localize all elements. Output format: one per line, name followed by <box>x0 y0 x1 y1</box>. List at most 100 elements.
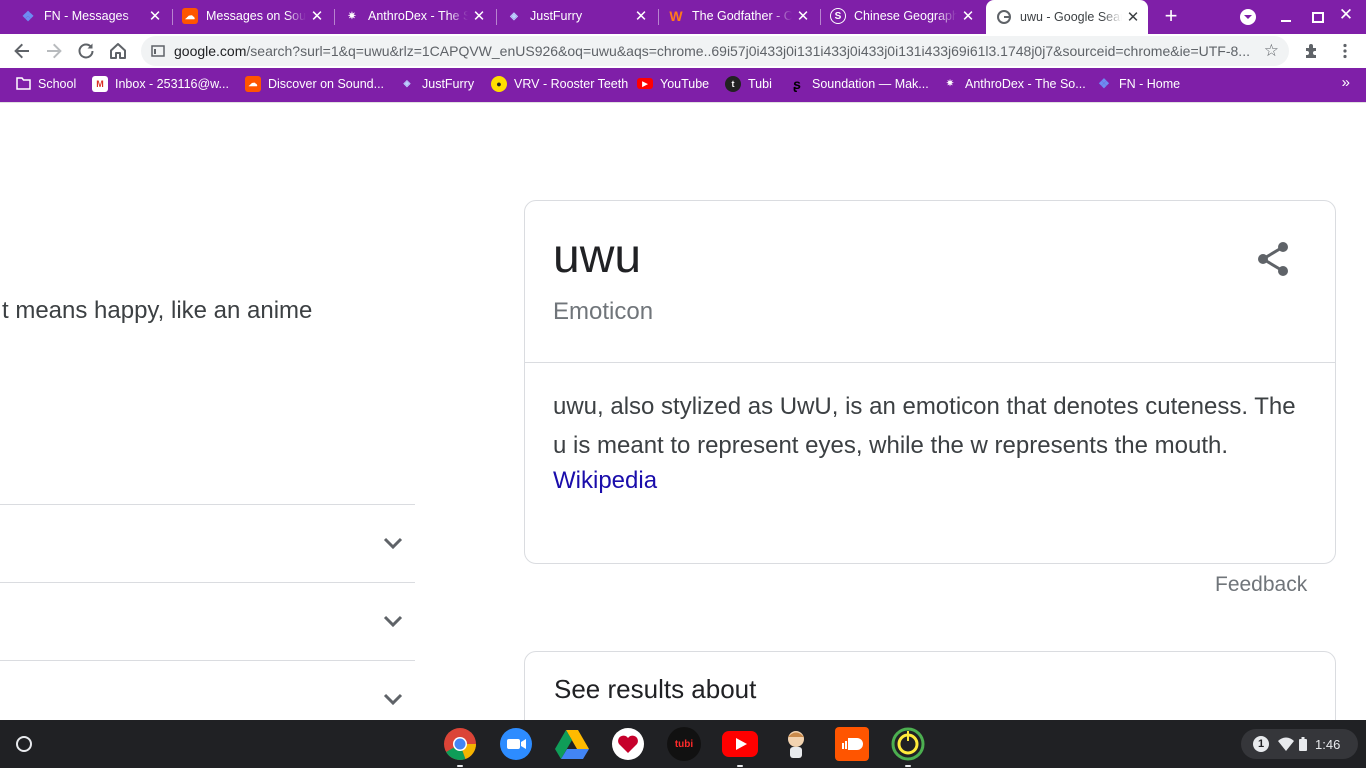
running-indicator <box>905 765 911 767</box>
home-icon[interactable] <box>103 36 133 66</box>
bookmark-youtube[interactable]: ▶ YouTube <box>637 68 709 99</box>
timer-app-icon[interactable] <box>890 726 926 767</box>
zoom-icon[interactable] <box>498 726 534 762</box>
bookmark-label: Soundation — Mak... <box>812 76 929 91</box>
close-icon[interactable]: ✕ <box>792 7 814 25</box>
question-accordion-2[interactable] <box>0 582 415 660</box>
tab-title: Chinese Geography <box>854 9 957 23</box>
tab-title: JustFurry <box>530 9 583 23</box>
paw-icon: ❖ <box>21 7 35 24</box>
tab-title: Messages on SoundCloud <box>206 9 306 23</box>
question-accordion-1[interactable] <box>0 504 415 582</box>
tab-uwu-google-search[interactable]: uwu - Google Search ✕ <box>986 0 1148 34</box>
back-icon[interactable] <box>7 36 37 66</box>
wikipedia-link[interactable]: Wikipedia <box>553 467 657 495</box>
s-icon: S <box>830 8 846 24</box>
feedback-link[interactable]: Feedback <box>1215 573 1307 597</box>
running-indicator <box>737 765 743 767</box>
status-tray[interactable]: 1 1:46 <box>1241 729 1358 759</box>
clock: 1:46 <box>1315 736 1341 752</box>
notification-count-badge[interactable]: 1 <box>1253 736 1269 752</box>
extensions-icon[interactable] <box>1297 36 1327 66</box>
bookmark-inbox[interactable]: M Inbox - 253116@w... <box>92 68 229 99</box>
bookmark-soundation[interactable]: ʂ Soundation — Mak... <box>789 68 929 99</box>
google-icon <box>996 9 1012 25</box>
tab-title: FN - Messages <box>44 9 129 23</box>
system-shelf: tubi 1 1:46 <box>0 720 1366 768</box>
close-icon[interactable]: ✕ <box>630 7 652 25</box>
tab-justfurry[interactable]: ◈ JustFurry ✕ <box>496 0 656 32</box>
more-bookmarks-icon[interactable]: » <box>1342 74 1350 91</box>
wattpad-icon: W <box>669 8 683 24</box>
close-icon[interactable]: ✕ <box>957 7 979 25</box>
launcher-icon[interactable] <box>12 732 36 756</box>
chevron-down-icon[interactable] <box>379 529 407 557</box>
soundcloud-icon: ☁ <box>182 8 198 24</box>
iheartradio-icon[interactable] <box>610 726 646 762</box>
bookmark-anthrodex[interactable]: ✷ AnthroDex - The So... <box>942 68 1085 99</box>
url-text[interactable]: google.com/search?surl=1&q=uwu&rlz=1CAPQ… <box>174 43 1254 59</box>
tab-soundcloud-messages[interactable]: ☁ Messages on SoundCloud ✕ <box>172 0 332 32</box>
toolbar: google.com/search?surl=1&q=uwu&rlz=1CAPQ… <box>0 34 1366 68</box>
anthrodex-icon: ✷ <box>946 78 954 88</box>
close-icon[interactable]: ✕ <box>144 7 166 25</box>
tubi-icon: t <box>725 75 741 92</box>
running-indicator <box>457 765 463 767</box>
panel-title: uwu <box>553 230 642 283</box>
bookmark-label: Tubi <box>748 76 772 91</box>
justfurry-icon: ◈ <box>510 10 518 22</box>
bookmark-tubi[interactable]: t Tubi <box>725 68 772 99</box>
folder-icon <box>15 76 31 92</box>
reload-icon[interactable] <box>71 36 101 66</box>
chrome-icon[interactable] <box>442 726 478 767</box>
chevron-down-icon[interactable] <box>379 607 407 635</box>
minimize-icon[interactable] <box>1276 7 1296 27</box>
bookmarks-bar: School M Inbox - 253116@w... ☁ Discover … <box>0 68 1366 102</box>
youtube-icon: ▶ <box>637 78 653 89</box>
tab-title: AnthroDex - The Sona <box>368 9 468 23</box>
soundcloud-icon[interactable] <box>834 726 870 762</box>
panel-description: uwu, also stylized as UwU, is an emotico… <box>553 393 1296 459</box>
tubi-icon[interactable]: tubi <box>666 726 702 762</box>
new-tab-icon[interactable]: + <box>1158 4 1184 30</box>
see-results-title: See results about <box>554 674 757 704</box>
close-window-icon[interactable]: ✕ <box>1336 5 1356 25</box>
google-drive-icon[interactable] <box>554 726 590 762</box>
knowledge-panel: uwu Emoticon uwu, also stylized as UwU, … <box>524 200 1336 564</box>
anthrodex-icon: ✷ <box>347 10 357 22</box>
bookmark-label: VRV - Rooster Teeth <box>514 76 629 91</box>
page-info-icon[interactable] <box>151 44 165 58</box>
close-icon[interactable]: ✕ <box>468 7 490 25</box>
character-app-icon[interactable] <box>778 726 814 762</box>
close-icon[interactable]: ✕ <box>306 7 328 25</box>
address-bar[interactable]: google.com/search?surl=1&q=uwu&rlz=1CAPQ… <box>141 36 1289 66</box>
bookmark-fn-home[interactable]: ❖ FN - Home <box>1096 68 1180 99</box>
bookmark-justfurry[interactable]: ◈ JustFurry <box>399 68 475 99</box>
tab-anthrodex[interactable]: ✷ AnthroDex - The Sona ✕ <box>334 0 494 32</box>
soundcloud-icon: ☁ <box>245 75 261 92</box>
chevron-down-icon[interactable] <box>379 685 407 713</box>
tab-fn-messages[interactable]: ❖ FN - Messages ✕ <box>10 0 170 32</box>
bookmark-school[interactable]: School <box>15 68 76 99</box>
bookmark-vrv[interactable]: ● VRV - Rooster Teeth <box>491 68 628 99</box>
bookmark-discover-soundcloud[interactable]: ☁ Discover on Sound... <box>245 68 384 99</box>
close-icon[interactable]: ✕ <box>1122 8 1144 26</box>
tab-title: uwu - Google Search <box>1020 10 1122 24</box>
menu-icon[interactable] <box>1330 36 1360 66</box>
tab-chinese-geography[interactable]: S Chinese Geography ✕ <box>820 0 983 32</box>
result-snippet: t means happy, like an anime <box>2 297 313 324</box>
tab-search-icon[interactable] <box>1238 7 1258 27</box>
tab-godfather[interactable]: W The Godfather - Chess ✕ <box>658 0 818 32</box>
wifi-icon <box>1278 737 1294 751</box>
question-accordion-3[interactable] <box>0 660 415 720</box>
maximize-icon[interactable] <box>1308 7 1328 27</box>
justfurry-icon: ◈ <box>403 78 411 88</box>
battery-icon <box>1299 737 1307 751</box>
share-icon[interactable] <box>1253 239 1293 279</box>
forward-icon[interactable] <box>39 36 69 66</box>
see-results-card: See results about <box>524 651 1336 720</box>
vrv-icon: ● <box>491 75 507 92</box>
bookmark-label: YouTube <box>660 76 710 91</box>
bookmark-star-icon[interactable]: ☆ <box>1264 41 1279 61</box>
youtube-icon[interactable] <box>722 726 758 767</box>
